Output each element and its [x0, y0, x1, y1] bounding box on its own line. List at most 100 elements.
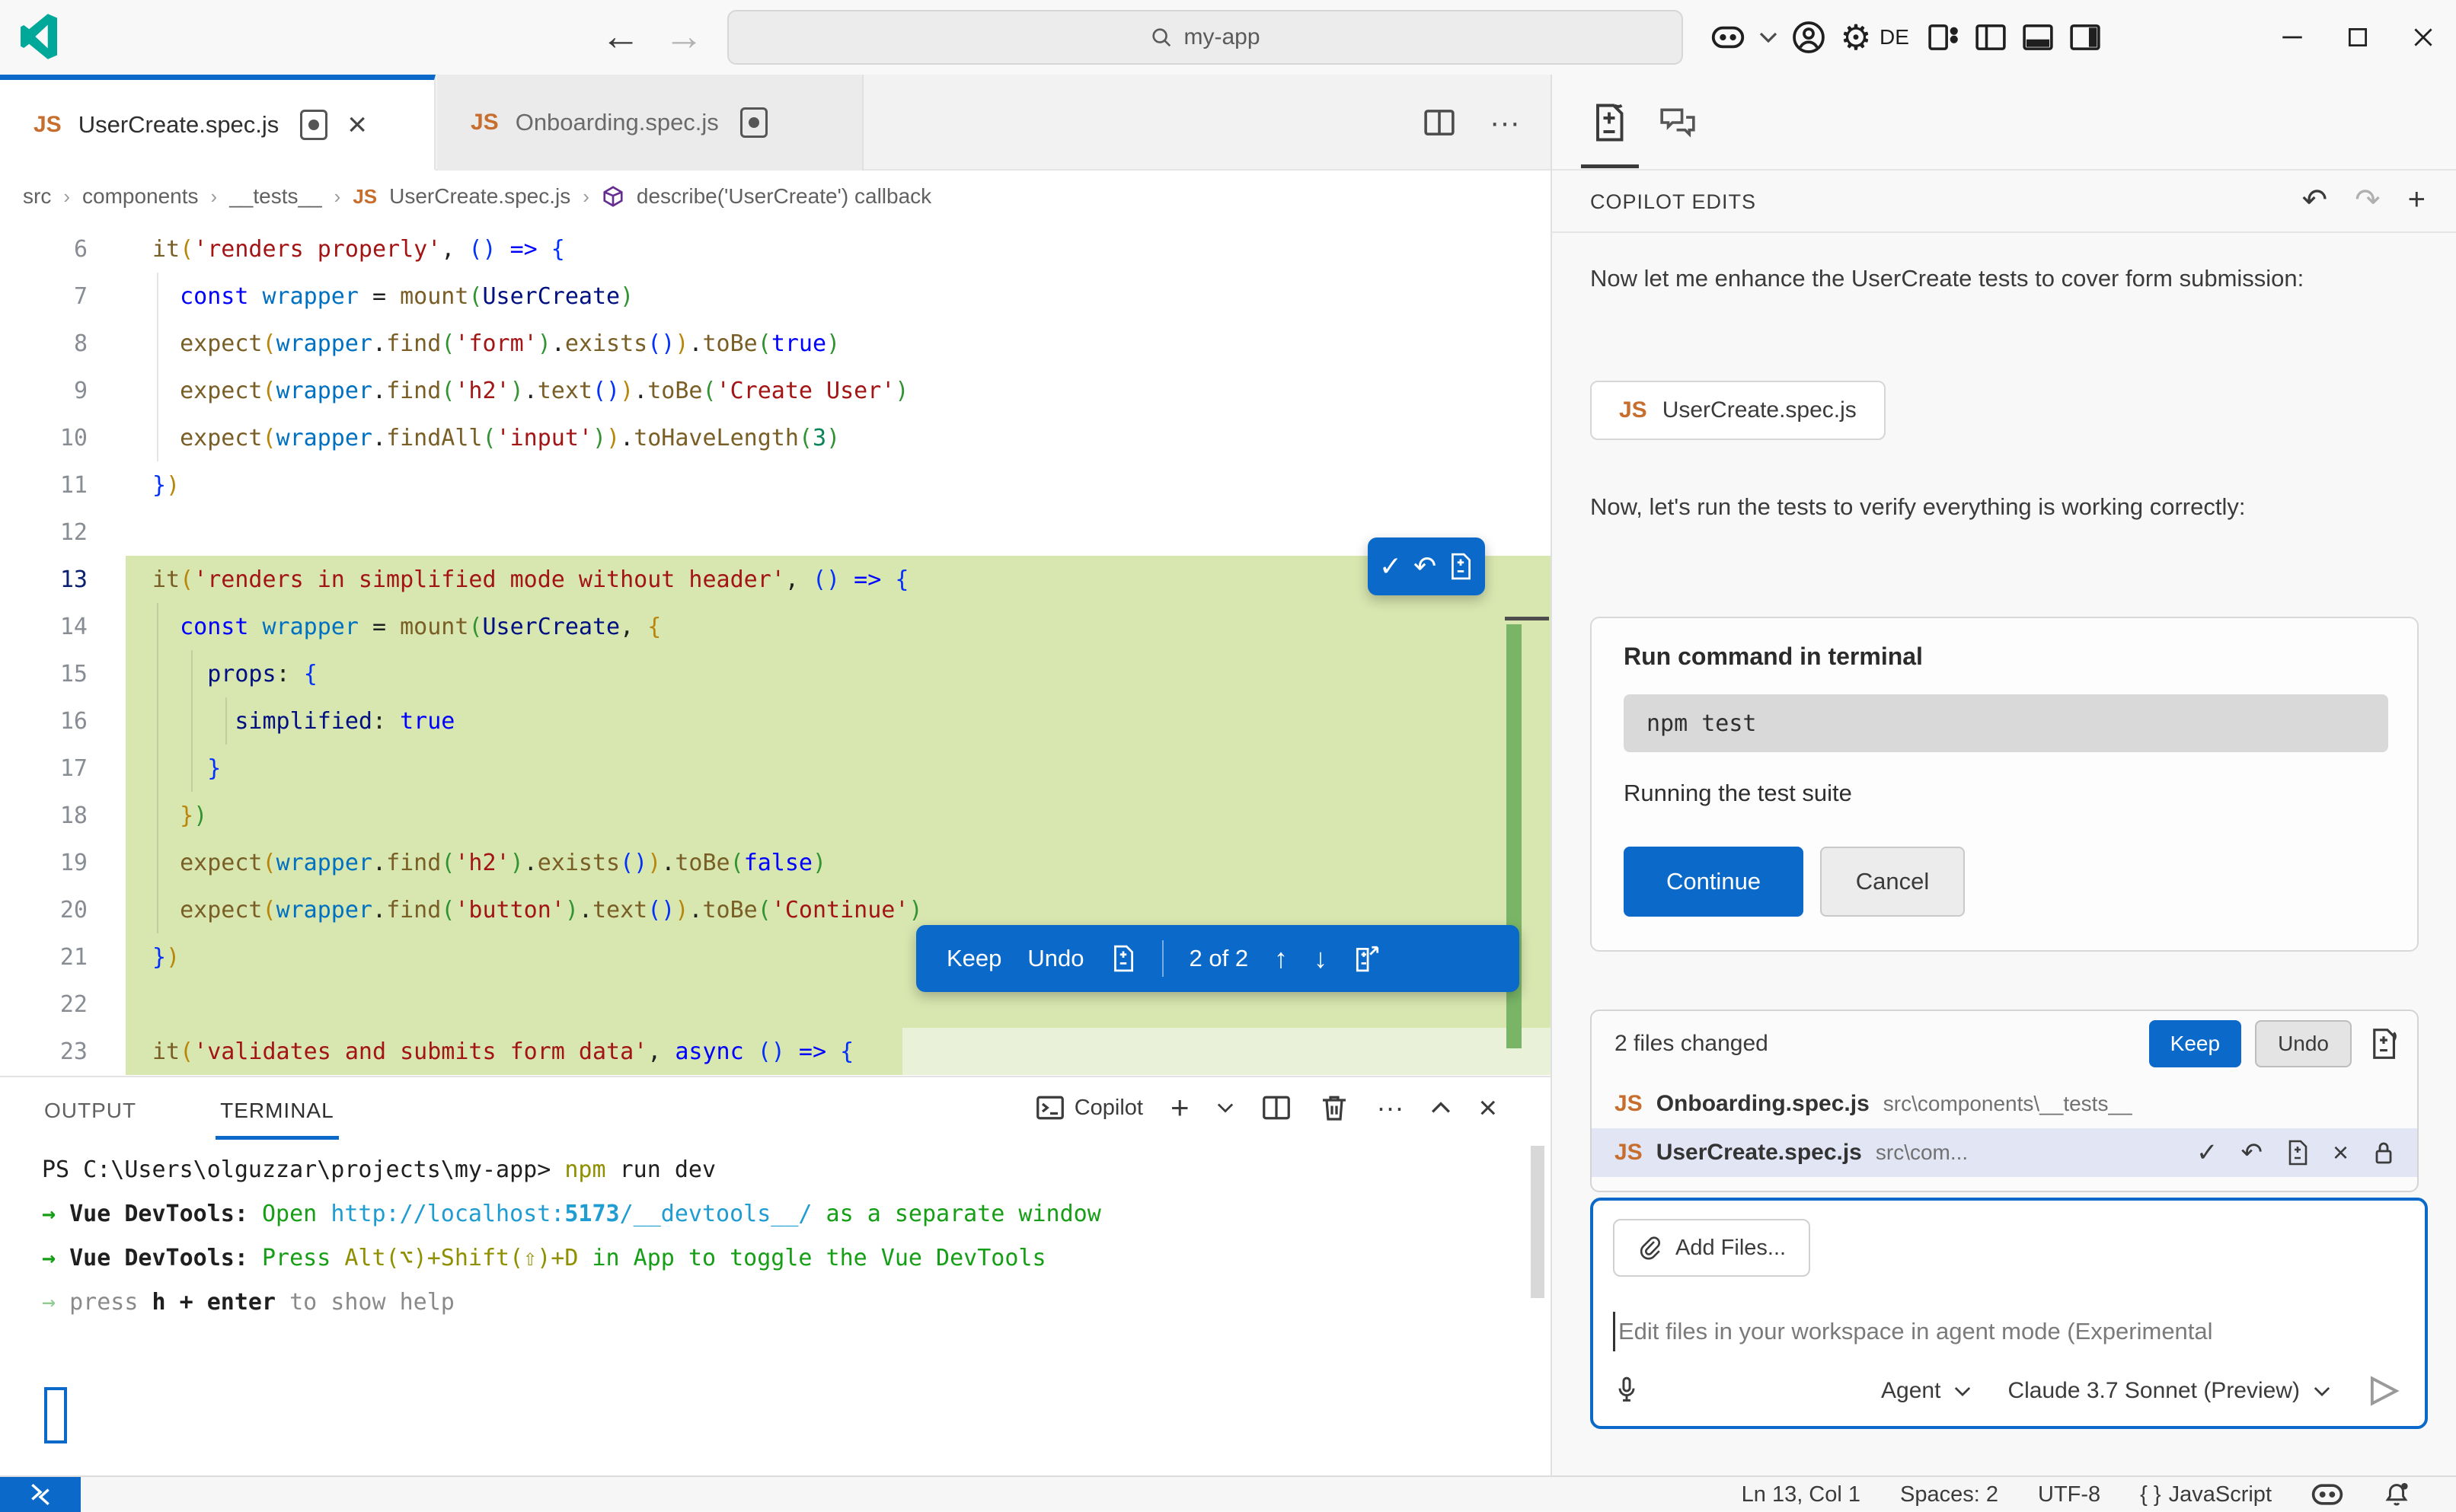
code-line-12[interactable]: 12 [0, 509, 1551, 556]
panel-tab-output[interactable]: OUTPUT [44, 1099, 136, 1123]
back-arrow[interactable]: ← [598, 14, 644, 59]
tab-usercreate-spec[interactable]: JS UserCreate.spec.js × [0, 75, 436, 171]
chat-tab-icon[interactable] [1651, 96, 1704, 149]
code-line-16[interactable]: 16 simplified: true [0, 697, 1551, 745]
maximize-button[interactable] [2325, 0, 2391, 75]
code-line-17[interactable]: 17 } [0, 745, 1551, 792]
close-icon[interactable]: × [2333, 1137, 2349, 1169]
lock-icon[interactable] [2371, 1139, 2396, 1166]
changed-files-box: 2 files changed Keep Undo JSOnboarding.s… [1590, 1010, 2419, 1192]
settings-gear-icon[interactable]: ⚙ [1832, 11, 1880, 64]
copilot-chevron-icon[interactable] [1752, 11, 1785, 64]
open-changes-icon[interactable] [1353, 944, 1381, 973]
accept-change-icon[interactable]: ✓ [1379, 553, 1402, 580]
terminal-profile-icon[interactable]: Copilot [1035, 1093, 1143, 1123]
terminal-scrollbar[interactable] [1531, 1146, 1544, 1298]
keep-all-button[interactable]: Keep [2149, 1020, 2241, 1067]
new-terminal-icon[interactable]: + [1171, 1092, 1190, 1124]
discard-icon[interactable]: ↶ [2240, 1137, 2263, 1168]
view-all-edits-icon[interactable] [2368, 1027, 2399, 1061]
customize-layout-icon[interactable] [1920, 11, 1967, 64]
breadcrumb-item[interactable]: UserCreate.spec.js [389, 184, 570, 209]
indentation[interactable]: Spaces: 2 [1900, 1482, 1998, 1507]
close-window-button[interactable] [2391, 0, 2456, 75]
keep-button[interactable]: Keep [947, 945, 1001, 972]
changed-file-row[interactable]: JSOnboarding.spec.jssrc\components\__tes… [1592, 1080, 2417, 1128]
copilot-status-icon[interactable] [2311, 1482, 2343, 1507]
code-line-19[interactable]: 19 expect(wrapper.find('h2').exists()).t… [0, 839, 1551, 886]
code-line-14[interactable]: 14 const wrapper = mount(UserCreate, { [0, 603, 1551, 650]
command-center-search[interactable]: my-app [727, 10, 1683, 65]
changed-file-row[interactable]: JSUserCreate.spec.jssrc\com...✓↶× [1592, 1128, 2417, 1177]
redo-edit-icon[interactable]: ↷ [2355, 183, 2381, 218]
breadcrumb-item[interactable]: src [23, 184, 51, 209]
undo-edit-icon[interactable]: ↶ [2302, 183, 2328, 218]
diff-icon[interactable] [2285, 1139, 2310, 1166]
diff-file-icon[interactable] [1110, 944, 1136, 973]
code-line-11[interactable]: 11}) [0, 461, 1551, 509]
close-tab-icon[interactable]: × [347, 108, 367, 142]
previous-change-icon[interactable]: ↑ [1274, 943, 1288, 975]
discard-change-icon[interactable]: ↶ [1413, 553, 1436, 580]
code-line-7[interactable]: 7 const wrapper = mount(UserCreate) [0, 273, 1551, 320]
check-icon[interactable]: ✓ [2196, 1137, 2218, 1168]
send-icon[interactable] [2367, 1374, 2400, 1408]
code-line-18[interactable]: 18 }) [0, 792, 1551, 839]
modified-by-edits-icon[interactable] [300, 110, 327, 140]
code-line-9[interactable]: 9 expect(wrapper.find('h2').text()).toBe… [0, 367, 1551, 414]
remote-indicator[interactable] [0, 1477, 81, 1512]
encoding[interactable]: UTF-8 [2038, 1482, 2100, 1507]
terminal-line: → Vue DevTools: Press Alt(⌥)+Shift(⇧)+D … [42, 1245, 1101, 1289]
next-change-icon[interactable]: ↓ [1314, 943, 1327, 975]
split-editor-icon[interactable] [1423, 106, 1456, 139]
copilot-icon[interactable] [1704, 11, 1752, 64]
breadcrumb-item[interactable]: __tests__ [229, 184, 321, 209]
indent-guide [157, 367, 158, 414]
modified-by-edits-icon[interactable] [740, 107, 768, 138]
language-mode[interactable]: { } JavaScript [2140, 1482, 2272, 1507]
account-icon[interactable] [1785, 11, 1832, 64]
chat-input-box[interactable]: Add Files... Edit files in your workspac… [1590, 1198, 2428, 1429]
cancel-button[interactable]: Cancel [1820, 847, 1965, 917]
minimize-button[interactable] [2260, 0, 2325, 75]
terminal-dropdown-icon[interactable] [1217, 1102, 1234, 1114]
microphone-icon[interactable] [1613, 1374, 1640, 1408]
more-actions-icon[interactable]: ··· [1490, 106, 1520, 140]
add-files-button[interactable]: Add Files... [1613, 1219, 1810, 1277]
cursor-position[interactable]: Ln 13, Col 1 [1742, 1482, 1860, 1507]
terminal-panel[interactable]: OUTPUT TERMINAL Copilot + ··· × PS [0, 1076, 1551, 1475]
breadcrumb-item[interactable]: describe('UserCreate') callback [637, 184, 931, 209]
split-terminal-icon[interactable] [1261, 1093, 1292, 1123]
code-line-23[interactable]: 23it('validates and submits form data', … [0, 1028, 1551, 1075]
code-line-15[interactable]: 15 props: { [0, 650, 1551, 697]
maximize-panel-icon[interactable] [1431, 1101, 1451, 1115]
undo-button[interactable]: Undo [1027, 945, 1084, 972]
file-chip-usercreate[interactable]: JS UserCreate.spec.js [1590, 381, 1886, 440]
toggle-secondary-sidebar-icon[interactable] [2062, 11, 2109, 64]
open-diff-icon[interactable] [1448, 552, 1474, 581]
toggle-sidebar-icon[interactable] [1967, 11, 2014, 64]
chevron-down-icon[interactable] [2314, 1386, 2330, 1397]
new-session-icon[interactable]: + [2408, 183, 2426, 218]
panel-tab-terminal[interactable]: TERMINAL [220, 1099, 334, 1123]
breadcrumb-item[interactable]: components [82, 184, 199, 209]
mode-selector[interactable]: Agent [1881, 1378, 1940, 1404]
continue-button[interactable]: Continue [1624, 847, 1803, 917]
undo-all-button[interactable]: Undo [2255, 1020, 2352, 1067]
toggle-panel-icon[interactable] [2014, 11, 2062, 64]
close-panel-icon[interactable]: × [1478, 1089, 1497, 1126]
code-line-6[interactable]: 6it('renders properly', () => { [0, 225, 1551, 273]
more-actions-icon[interactable]: ··· [1377, 1092, 1404, 1124]
chevron-down-icon[interactable] [1954, 1386, 1971, 1397]
copilot-edits-tab-icon[interactable] [1583, 96, 1636, 149]
js-file-icon: JS [1619, 397, 1647, 423]
code-line-10[interactable]: 10 expect(wrapper.findAll('input')).toHa… [0, 414, 1551, 461]
code-line-8[interactable]: 8 expect(wrapper.find('form').exists()).… [0, 320, 1551, 367]
forward-arrow[interactable]: → [661, 14, 707, 59]
kill-terminal-icon[interactable] [1319, 1093, 1349, 1123]
model-selector[interactable]: Claude 3.7 Sonnet (Preview) [2007, 1378, 2300, 1404]
tab-onboarding-spec[interactable]: JS Onboarding.spec.js [437, 75, 864, 171]
code-line-13[interactable]: 13it('renders in simplified mode without… [0, 556, 1551, 603]
notifications-bell-icon[interactable] [2383, 1481, 2410, 1508]
keyboard-layout-indicator[interactable]: DE [1880, 25, 1909, 49]
